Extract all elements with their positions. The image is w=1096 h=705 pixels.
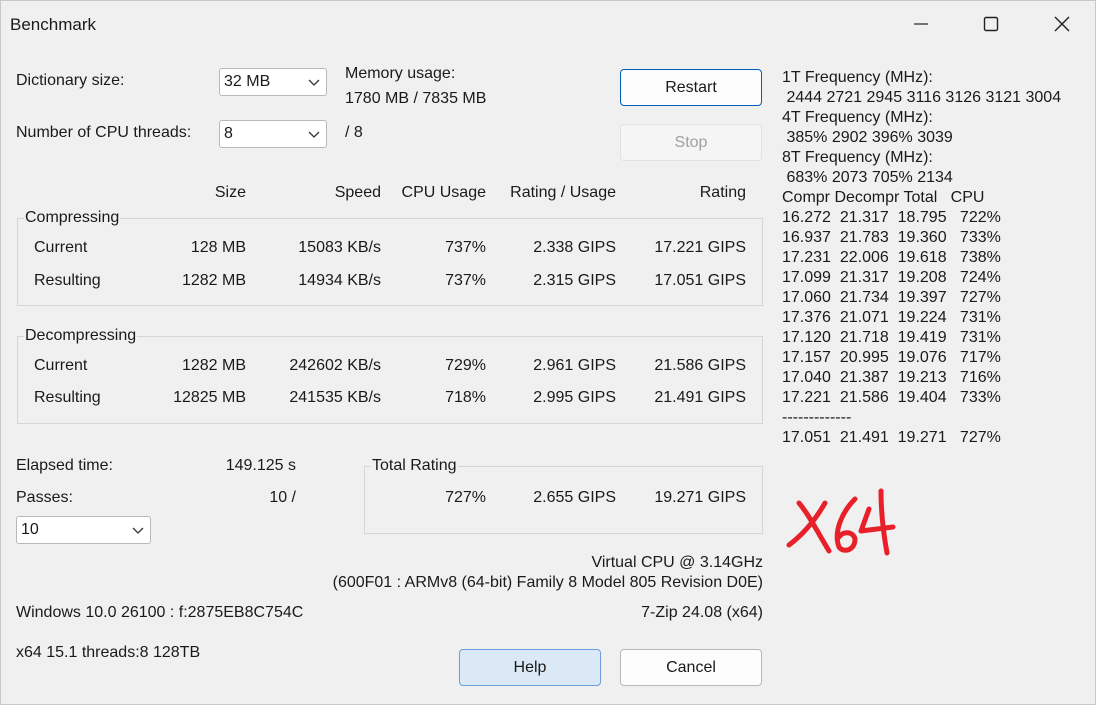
stop-button[interactable]: Stop: [620, 124, 762, 161]
cpu-threads-label: Number of CPU threads:: [16, 124, 192, 141]
close-button[interactable]: [1039, 1, 1085, 47]
benchmark-window: Benchmark Dictionary size: 32 MB Number …: [0, 0, 1096, 705]
window-title: Benchmark: [10, 15, 96, 34]
size-cell: 1282 MB: [181, 272, 246, 289]
cpu-usage-cell: 718%: [445, 389, 486, 406]
os-info: Windows 10.0 26100 : f:2875EB8C754C: [16, 604, 304, 621]
log-line: -------------: [782, 409, 852, 426]
log-line: 16.272 21.317 18.795 722%: [782, 209, 1001, 226]
rating-usage-cell: 2.961 GIPS: [533, 357, 616, 374]
dictionary-size-select[interactable]: 32 MB: [219, 68, 327, 96]
compressing-group: [17, 218, 763, 306]
log-line: 17.060 21.734 19.397 727%: [782, 289, 1001, 306]
log-line: 17.231 22.006 19.618 738%: [782, 249, 1001, 266]
restart-button[interactable]: Restart: [620, 69, 762, 106]
log-line: 385% 2902 396% 3039: [782, 129, 953, 146]
rating-cell: 17.221 GIPS: [654, 239, 746, 256]
decompressing-label: Decompressing: [24, 327, 138, 345]
row-label: Current: [34, 357, 88, 374]
help-button[interactable]: Help: [459, 649, 601, 686]
rating-cell: 21.491 GIPS: [654, 389, 746, 406]
log-line: 17.120 21.718 19.419 731%: [782, 329, 1001, 346]
elapsed-time-label: Elapsed time:: [16, 457, 113, 474]
dictionary-size-value: 32 MB: [224, 73, 271, 90]
total-rating-usage: 2.655 GIPS: [533, 489, 616, 506]
log-line: 17.157 20.995 19.076 717%: [782, 349, 1001, 366]
title-bar: Benchmark: [1, 1, 1095, 47]
rating-usage-cell: 2.338 GIPS: [533, 239, 616, 256]
speed-cell: 241535 KB/s: [289, 389, 381, 406]
cpu-usage-cell: 737%: [445, 239, 486, 256]
maximize-icon: [983, 16, 999, 32]
log-line: 17.221 21.586 19.404 733%: [782, 389, 1001, 406]
speed-cell: 14934 KB/s: [298, 272, 381, 289]
log-line: 17.376 21.071 19.224 731%: [782, 309, 1001, 326]
size-cell: 128 MB: [190, 239, 246, 256]
log-line: 17.099 21.317 19.208 724%: [782, 269, 1001, 286]
cpu-details: (600F01 : ARMv8 (64-bit) Family 8 Model …: [332, 574, 763, 591]
decompressing-group: [17, 336, 763, 424]
dictionary-size-label: Dictionary size:: [16, 72, 125, 89]
log-line: 4T Frequency (MHz):: [782, 109, 933, 126]
passes-select-value: 10: [21, 521, 39, 538]
cpu-usage-cell: 729%: [445, 357, 486, 374]
header-cpu-usage: CPU Usage: [401, 184, 486, 201]
size-cell: 12825 MB: [173, 389, 246, 406]
rating-usage-cell: 2.315 GIPS: [533, 272, 616, 289]
log-line: 16.937 21.783 19.360 733%: [782, 229, 1001, 246]
log-line: 17.051 21.491 19.271 727%: [782, 429, 1001, 446]
chevron-down-icon: [132, 527, 144, 534]
maximize-button[interactable]: [968, 1, 1014, 47]
chevron-down-icon: [308, 79, 320, 86]
log-line: 2444 2721 2945 3116 3126 3121 3004: [782, 89, 1062, 106]
version-info: 7-Zip 24.08 (x64): [641, 604, 763, 621]
speed-cell: 242602 KB/s: [289, 357, 381, 374]
cancel-button[interactable]: Cancel: [620, 649, 762, 686]
memory-usage-value: 1780 MB / 7835 MB: [345, 90, 487, 107]
total-rating-label: Total Rating: [371, 457, 458, 475]
log-line: 17.040 21.387 19.213 716%: [782, 369, 1001, 386]
passes-label: Passes:: [16, 489, 73, 506]
cpu-threads-value: 8: [224, 125, 233, 142]
passes-value: 10 /: [269, 489, 296, 506]
log-line: Compr Decompr Total CPU: [782, 189, 985, 206]
passes-select[interactable]: 10: [16, 516, 151, 544]
cpu-name: Virtual CPU @ 3.14GHz: [591, 554, 763, 571]
total-cpu-usage: 727%: [445, 489, 486, 506]
compressing-label: Compressing: [24, 209, 121, 227]
header-size: Size: [214, 184, 246, 201]
minimize-button[interactable]: [898, 1, 944, 47]
log-line: 8T Frequency (MHz):: [782, 149, 933, 166]
build-info: x64 15.1 threads:8 128TB: [16, 644, 201, 661]
minimize-icon: [914, 23, 928, 25]
benchmark-log: 1T Frequency (MHz): 2444 2721 2945 3116 …: [782, 68, 1061, 448]
size-cell: 1282 MB: [181, 357, 246, 374]
elapsed-time-value: 149.125 s: [225, 457, 296, 474]
header-rating: Rating: [699, 184, 746, 201]
memory-usage-label: Memory usage:: [345, 65, 456, 82]
speed-cell: 15083 KB/s: [298, 239, 381, 256]
row-label: Resulting: [34, 272, 101, 289]
rating-cell: 17.051 GIPS: [654, 272, 746, 289]
header-rating-usage: Rating / Usage: [510, 184, 616, 201]
rating-usage-cell: 2.995 GIPS: [533, 389, 616, 406]
handwritten-x64-annotation: [786, 488, 896, 556]
log-line: 1T Frequency (MHz):: [782, 69, 933, 86]
chevron-down-icon: [308, 131, 320, 138]
cpu-threads-select[interactable]: 8: [219, 120, 327, 148]
log-line: 683% 2073 705% 2134: [782, 169, 953, 186]
rating-cell: 21.586 GIPS: [654, 357, 746, 374]
cpu-usage-cell: 737%: [445, 272, 486, 289]
cpu-threads-max: / 8: [345, 124, 363, 141]
header-speed: Speed: [334, 184, 381, 201]
total-rating-value: 19.271 GIPS: [654, 489, 746, 506]
close-icon: [1054, 16, 1070, 32]
row-label: Current: [34, 239, 88, 256]
row-label: Resulting: [34, 389, 101, 406]
